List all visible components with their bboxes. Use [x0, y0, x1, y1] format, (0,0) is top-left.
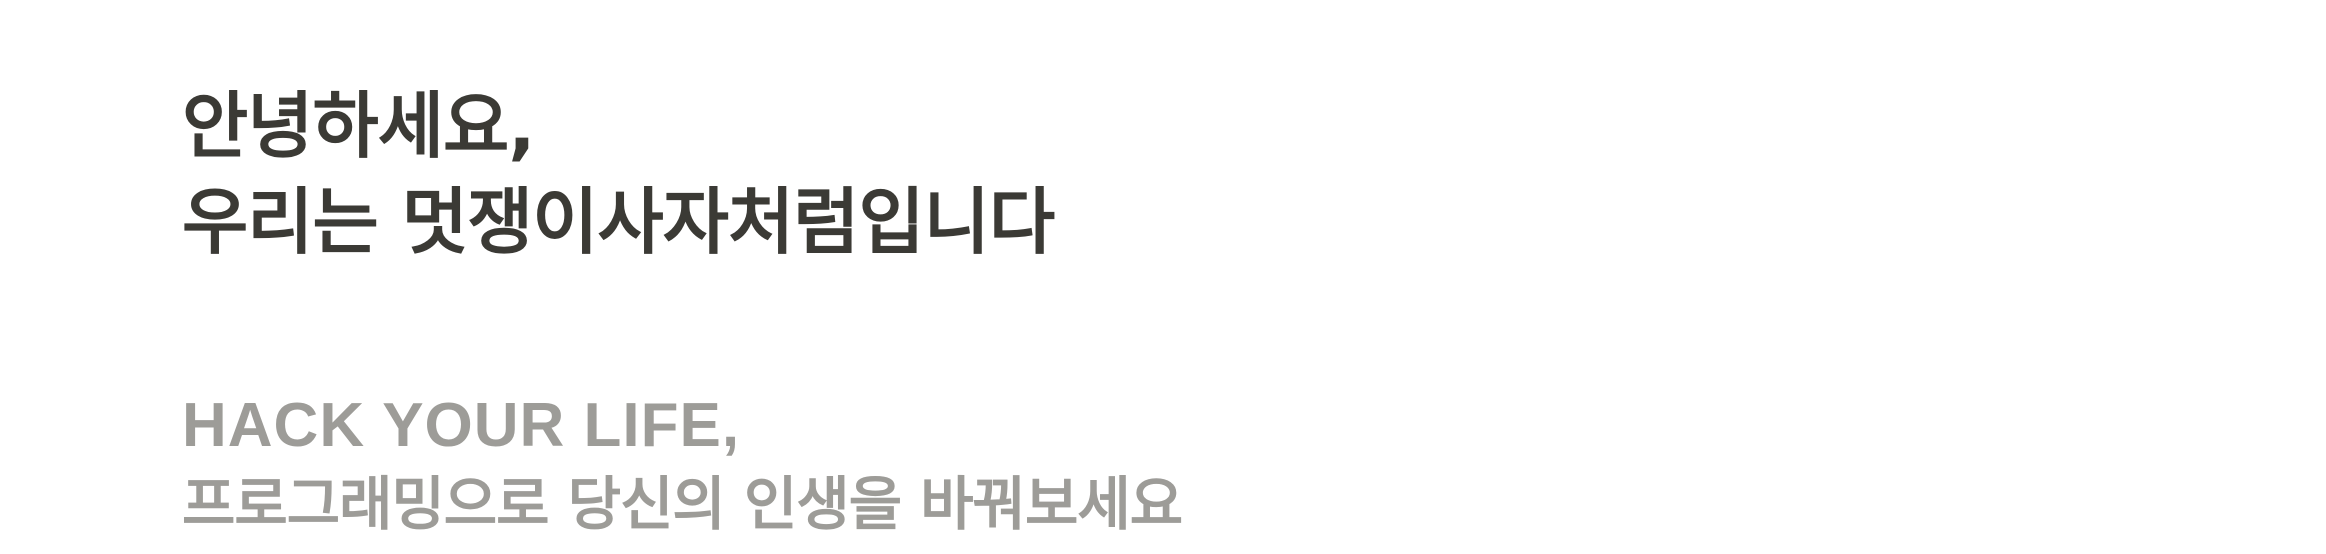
subtitle-section: HACK YOUR LIFE, 프로그래밍으로 당신의 인생을 바꿔보세요	[182, 388, 2182, 544]
description: 프로그래밍으로 당신의 인생을 바꿔보세요	[182, 470, 1183, 538]
hero-headline: 안녕하세요, 우리는 멋쟁이사자처럼입니다	[182, 78, 2182, 270]
tagline: HACK YOUR LIFE,	[182, 391, 741, 460]
headline-line-2: 우리는 멋쟁이사자처럼입니다	[182, 180, 1055, 264]
headline-line-1: 안녕하세요,	[182, 84, 536, 168]
hero-section: 안녕하세요, 우리는 멋쟁이사자처럼입니다	[182, 78, 2182, 270]
